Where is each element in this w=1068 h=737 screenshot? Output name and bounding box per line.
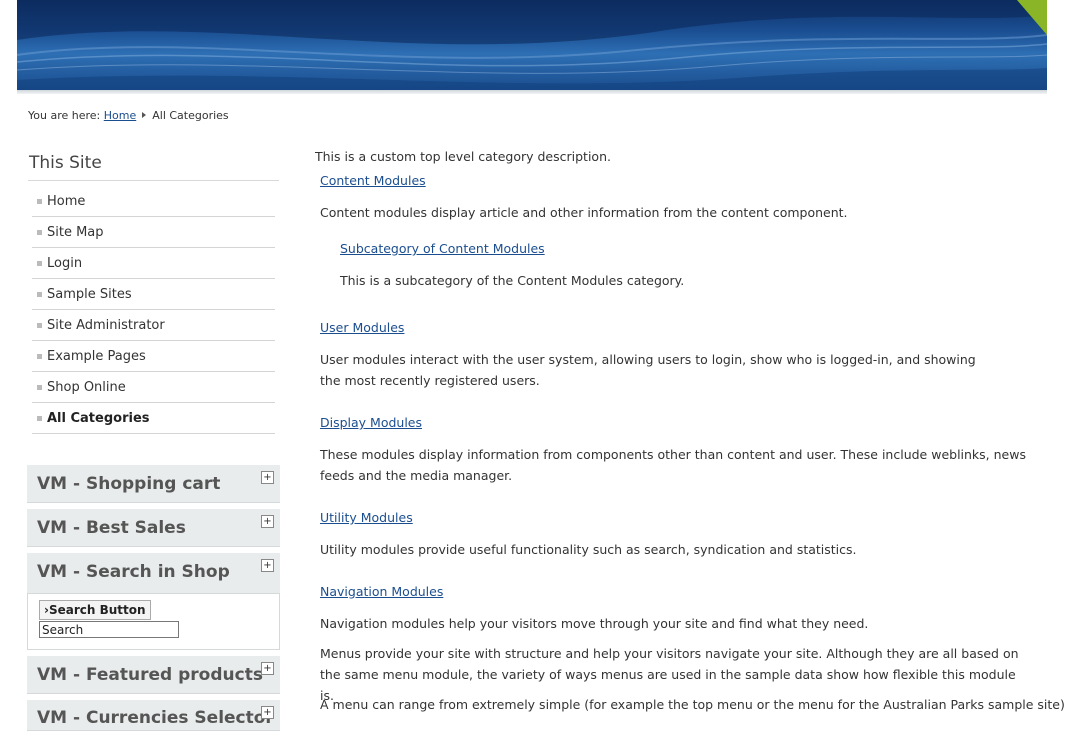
- sidebar-item-shop-online[interactable]: Shop Online: [32, 372, 275, 403]
- sidebar-divider: [28, 180, 279, 181]
- search-button-label: Search Button: [48, 603, 146, 617]
- banner-waves: [17, 0, 1047, 90]
- category-link-subcategory[interactable]: Subcategory of Content Modules: [340, 241, 545, 256]
- category-desc: Navigation modules help your visitors mo…: [320, 616, 869, 631]
- module-currencies-selector: VM - Currencies Selector +: [27, 700, 280, 731]
- sidebar-item-label: Site Administrator: [47, 317, 165, 333]
- sidebar-item-site-administrator[interactable]: Site Administrator: [32, 310, 275, 341]
- breadcrumb-separator-icon: [142, 112, 147, 118]
- category-intro: This is a custom top level category desc…: [315, 149, 611, 164]
- module-title: VM - Shopping cart: [37, 474, 221, 494]
- breadcrumb-current: All Categories: [152, 109, 229, 122]
- category-link-content-modules[interactable]: Content Modules: [320, 173, 426, 188]
- module-title: VM - Featured products: [37, 665, 263, 685]
- module-title: VM - Best Sales: [37, 518, 186, 538]
- bullet-icon: [37, 260, 42, 266]
- module-shopping-cart: VM - Shopping cart +: [27, 465, 280, 503]
- module-title: VM - Currencies Selector: [37, 708, 274, 728]
- breadcrumb-prefix: You are here:: [28, 109, 101, 122]
- category-link-utility-modules[interactable]: Utility Modules: [320, 510, 413, 525]
- sidebar-item-example-pages[interactable]: Example Pages: [32, 341, 275, 372]
- corner-accent: [1017, 0, 1047, 35]
- category-link-navigation-modules[interactable]: Navigation Modules: [320, 584, 443, 599]
- menu-range-paragraph: A menu can range from extremely simple (…: [320, 697, 1068, 712]
- sidebar-item-login[interactable]: Login: [32, 248, 275, 279]
- sidebar-item-site-map[interactable]: Site Map: [32, 217, 275, 248]
- header-banner: [17, 0, 1047, 90]
- category-desc: Utility modules provide useful functiona…: [320, 542, 857, 557]
- expand-icon[interactable]: +: [261, 559, 274, 572]
- breadcrumb: You are here: Home All Categories: [28, 109, 229, 122]
- bullet-icon: [37, 384, 42, 390]
- category-desc: These modules display information from c…: [320, 447, 1026, 483]
- bullet-icon: [37, 198, 42, 204]
- banner-shadow: [17, 90, 1047, 94]
- sidebar-item-label: Home: [47, 193, 86, 209]
- expand-icon[interactable]: +: [261, 515, 274, 528]
- module-title: VM - Search in Shop: [37, 562, 230, 582]
- sidebar-item-label: Example Pages: [47, 348, 146, 364]
- sidebar-item-all-categories[interactable]: All Categories: [32, 403, 275, 434]
- shop-search-form: ›Search Button: [27, 594, 280, 650]
- category-link-user-modules[interactable]: User Modules: [320, 320, 404, 335]
- category-desc: User modules interact with the user syst…: [320, 352, 976, 388]
- sidebar-item-label: Sample Sites: [47, 286, 132, 302]
- breadcrumb-home-link[interactable]: Home: [104, 109, 136, 122]
- expand-icon[interactable]: +: [261, 662, 274, 675]
- sidebar-item-home[interactable]: Home: [32, 186, 275, 217]
- expand-icon[interactable]: +: [261, 706, 274, 719]
- bullet-icon: [37, 229, 42, 235]
- sidebar-item-label: All Categories: [47, 410, 150, 426]
- sidebar-item-label: Shop Online: [47, 379, 126, 395]
- search-input[interactable]: [39, 621, 179, 638]
- module-featured-products: VM - Featured products +: [27, 656, 280, 694]
- site-menu: Home Site Map Login Sample Sites Site Ad…: [32, 186, 275, 434]
- expand-icon[interactable]: +: [261, 471, 274, 484]
- category-desc: Content modules display article and othe…: [320, 205, 848, 220]
- sidebar-item-label: Site Map: [47, 224, 104, 240]
- sidebar-item-sample-sites[interactable]: Sample Sites: [32, 279, 275, 310]
- category-link-display-modules[interactable]: Display Modules: [320, 415, 422, 430]
- module-best-sales: VM - Best Sales +: [27, 509, 280, 547]
- category-desc: This is a subcategory of the Content Mod…: [340, 273, 685, 288]
- bullet-icon: [37, 322, 42, 328]
- bullet-icon: [37, 415, 42, 421]
- module-search-in-shop: VM - Search in Shop +: [27, 553, 280, 594]
- search-button[interactable]: ›Search Button: [39, 600, 151, 620]
- bullet-icon: [37, 291, 42, 297]
- bullet-icon: [37, 353, 42, 359]
- sidebar-item-label: Login: [47, 255, 83, 271]
- sidebar-title: This Site: [29, 153, 102, 173]
